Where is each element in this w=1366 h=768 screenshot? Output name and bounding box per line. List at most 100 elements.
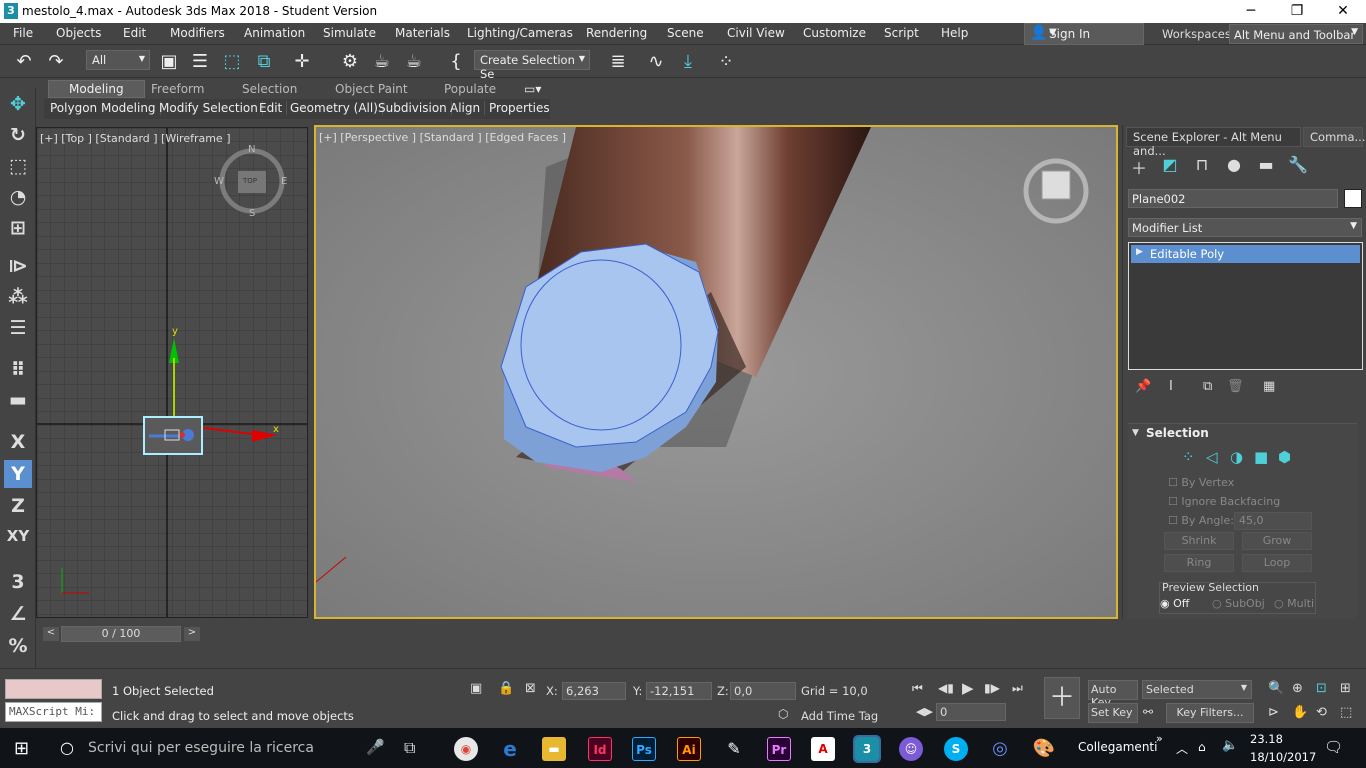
menu-civil-view[interactable]: Civil View [727,26,785,40]
zoom-all-icon[interactable]: ⊕ [1292,681,1303,696]
illustrator-icon[interactable]: Ai [677,737,701,761]
ignore-backfacing-checkbox[interactable]: ☐ Ignore Backfacing [1168,495,1280,508]
render-setup-icon[interactable]: ⚙ [338,50,362,74]
stack-item-editable-poly[interactable]: ▶ Editable Poly [1131,245,1360,263]
tab-freeform[interactable]: Freeform [151,82,204,96]
next-key-icon[interactable]: ▮▶ [984,681,1000,695]
scale-tool-icon[interactable]: ⬚ [4,152,32,180]
menu-script[interactable]: Script [884,26,919,40]
indesign-icon[interactable]: Id [588,737,612,761]
maxscript-input[interactable]: MAXScript Mi: [5,702,102,722]
layer-explorer-icon[interactable]: ≣ [606,50,630,74]
file-explorer-icon[interactable]: ▬ [542,737,566,761]
viewport-perspective-label[interactable]: [+] [Perspective ] [Standard ] [Edged Fa… [319,131,566,144]
grow-button[interactable]: Grow [1242,532,1312,550]
zoom-extents-all-icon[interactable]: ⊞ [1340,681,1351,696]
workspaces-select[interactable]: Alt Menu and Toolbar ▼ [1229,24,1363,44]
collapse-icon[interactable]: ▼ [1132,428,1139,438]
curve-editor-icon[interactable]: ∿ [644,50,668,74]
discord-icon[interactable]: ☺ [899,737,923,761]
y-axis-button[interactable]: Y [4,460,32,488]
schematic-view-icon[interactable]: ⤓ [676,50,700,74]
menu-simulate[interactable]: Simulate [323,26,376,40]
restore-button[interactable]: ❐ [1274,0,1320,23]
notifications-icon[interactable]: 🗨 [1324,738,1343,756]
taskbar-search-box[interactable]: Scrivi qui per eseguire la ricerca [88,740,314,756]
create-selection-set-dropdown[interactable]: Create Selection Se ▼ [474,50,590,81]
current-frame-field[interactable]: 0 [936,703,1006,721]
viewport-top-label[interactable]: [+] [Top ] [Standard ] [Wireframe ] [40,132,231,145]
premiere-icon[interactable]: Pr [767,737,791,761]
redo-icon[interactable]: ↷ [44,50,68,74]
hierarchy-icon[interactable]: ⊓ [1189,155,1215,177]
skype-icon[interactable]: S [944,737,968,761]
ribbon-properties[interactable]: Properties [485,101,554,115]
text-snap-icon[interactable]: ⠿ [4,356,32,384]
select-object-icon[interactable]: ▣ [157,50,181,74]
menu-objects[interactable]: Objects [56,26,101,40]
make-unique-icon[interactable]: ⧉ [1203,379,1212,394]
object-name-field[interactable]: Plane002 [1128,189,1338,208]
menu-customize[interactable]: Customize [803,26,866,40]
windows-start-icon[interactable]: ⊞ [14,738,29,759]
ring-button[interactable]: Ring [1164,554,1234,572]
render-production-icon[interactable]: ☕ [402,50,426,74]
volume-icon[interactable]: 🔈 [1222,738,1238,753]
tab-populate[interactable]: Populate [444,82,496,96]
key-mode-icon[interactable]: ◀▶ [916,705,933,718]
undo-icon[interactable]: ↶ [12,50,36,74]
prev-key-icon[interactable]: ◀▮ [938,681,954,695]
maxscript-listener-output[interactable] [5,679,102,699]
render-frame-icon[interactable]: ☕ [370,50,394,74]
goto-end-icon[interactable]: ⏭ [1012,681,1023,696]
preview-off-radio[interactable]: ◉ Off [1160,597,1189,610]
palette-icon[interactable]: 🎨 [1032,737,1056,761]
y-coordinate-field[interactable]: -12,151 [646,682,712,700]
orbit-icon[interactable]: ⟲ [1316,705,1327,720]
angle-spinner[interactable]: 45,0 [1234,512,1312,530]
goto-start-icon[interactable]: ⏮ [912,681,923,696]
tab-object-paint[interactable]: Object Paint [335,82,408,96]
menu-edit[interactable]: Edit [123,26,146,40]
snap-3d-icon[interactable]: 3 [4,568,32,596]
tab-modeling[interactable]: Modeling [48,80,145,98]
photoshop-icon[interactable]: Ps [632,737,656,761]
by-vertex-checkbox[interactable]: ☐ By Vertex [1168,476,1234,489]
set-key-button[interactable]: Set Key [1088,703,1138,723]
modify-icon[interactable]: ◩ [1157,155,1183,177]
time-tag-icon[interactable]: ⬡ [778,707,788,721]
menu-animation[interactable]: Animation [244,26,305,40]
play-icon[interactable]: ▶ [962,679,974,697]
edge-icon[interactable]: e [498,737,522,761]
minimize-button[interactable]: ─ [1228,0,1274,23]
by-angle-checkbox[interactable]: ☐ By Angle: [1168,514,1234,527]
element-icon[interactable]: ⬢ [1278,448,1291,466]
viewport-top[interactable]: [+] [Top ] [Standard ] [Wireframe ] N S … [36,127,308,618]
zoom-extents-icon[interactable]: ⊡ [1316,681,1327,696]
time-slider[interactable]: 0 / 100 [61,626,181,642]
pan-icon[interactable]: ✋ [1292,705,1308,720]
toolbar-expand-icon[interactable]: » [1156,732,1163,745]
create-icon[interactable]: ＋ [1126,155,1152,178]
angle-snap-icon[interactable]: ∠ [4,600,32,628]
clock-date[interactable]: 18/10/2017 [1250,750,1316,764]
named-selection-icon[interactable]: { [444,50,468,74]
add-time-tag[interactable]: Add Time Tag [801,709,878,723]
isolate-icon[interactable]: ▣ [470,681,482,696]
menu-scene[interactable]: Scene [667,26,704,40]
ribbon-geometry-all[interactable]: Geometry (All) [286,101,383,115]
key-tangent-icon[interactable]: ⚯ [1143,705,1153,719]
auto-key-button[interactable]: Auto Key [1088,680,1138,709]
display-icon[interactable]: ▬ [1253,155,1279,177]
task-view-icon[interactable]: ⧉ [404,738,415,758]
search-icon[interactable]: ○ [60,738,74,757]
move-icon[interactable]: ✛ [290,50,314,74]
menu-lighting-cameras[interactable]: Lighting/Cameras [467,26,573,40]
menu-materials[interactable]: Materials [395,26,450,40]
command-panel-tab[interactable]: Comma... [1303,127,1365,147]
menu-modifiers[interactable]: Modifiers [170,26,225,40]
array-icon[interactable]: ⁂ [4,283,32,311]
edge-icon[interactable]: ◁ [1206,448,1218,466]
maximize-viewport-icon[interactable]: ⬚ [1340,705,1352,720]
key-filters-button[interactable]: Key Filters... [1166,703,1254,723]
